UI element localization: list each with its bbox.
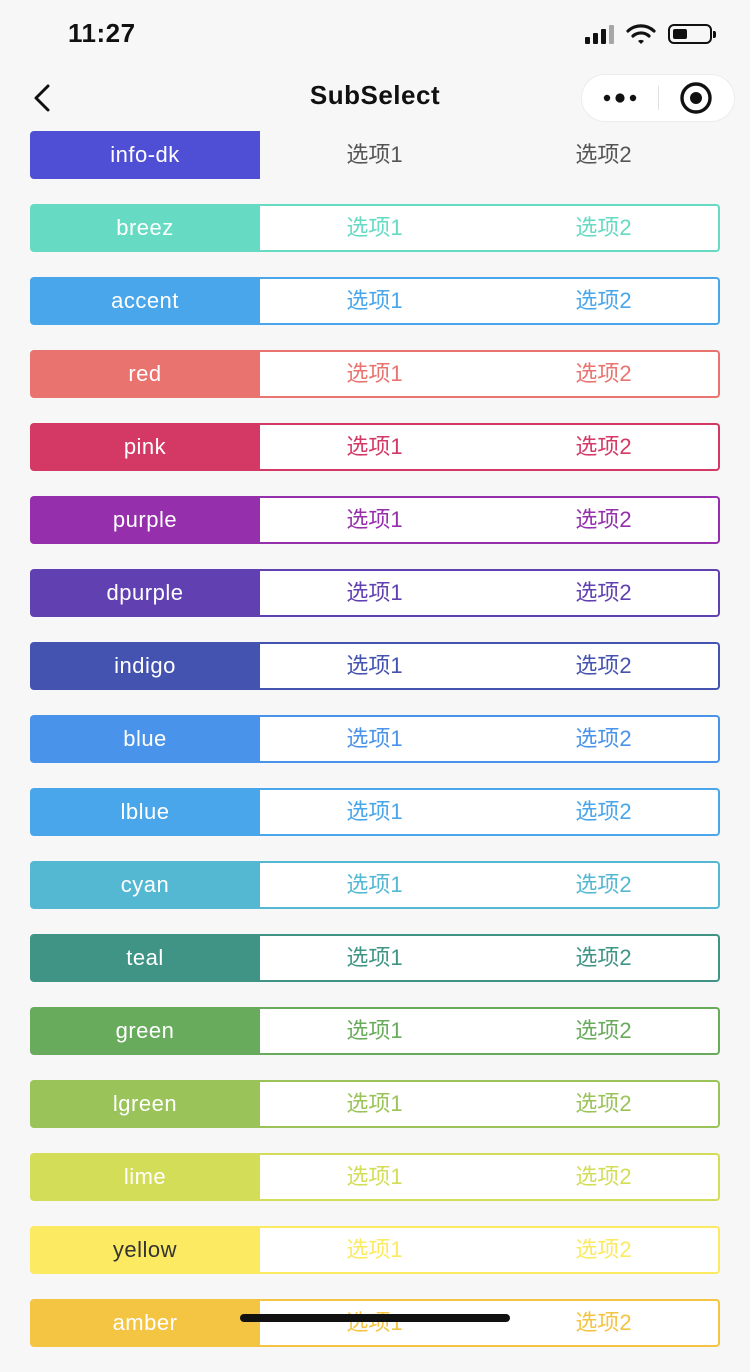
status-icons xyxy=(585,22,716,46)
subselect-options: 选项1 选项2 xyxy=(260,1153,720,1201)
subselect-label: lgreen xyxy=(30,1080,260,1128)
subselect-label: green xyxy=(30,1007,260,1055)
subselect-option-2[interactable]: 选项2 xyxy=(489,133,718,177)
subselect-option-2[interactable]: 选项2 xyxy=(489,425,718,469)
subselect-label: dpurple xyxy=(30,569,260,617)
subselect-row-blue: blue 选项1 选项2 xyxy=(30,715,720,763)
subselect-options: 选项1 选项2 xyxy=(260,1299,720,1347)
subselect-option-2[interactable]: 选项2 xyxy=(489,644,718,688)
subselect-label: red xyxy=(30,350,260,398)
subselect-row-indigo: indigo 选项1 选项2 xyxy=(30,642,720,690)
subselect-option-2[interactable]: 选项2 xyxy=(489,1082,718,1126)
subselect-options: 选项1 选项2 xyxy=(260,496,720,544)
subselect-option-1[interactable]: 选项1 xyxy=(260,279,489,323)
subselect-row-lblue: lblue 选项1 选项2 xyxy=(30,788,720,836)
more-button[interactable] xyxy=(582,74,658,122)
subselect-option-2[interactable]: 选项2 xyxy=(489,279,718,323)
subselect-label: pink xyxy=(30,423,260,471)
subselect-label: amber xyxy=(30,1299,260,1347)
subselect-row-lime: lime 选项1 选项2 xyxy=(30,1153,720,1201)
subselect-options: 选项1 选项2 xyxy=(260,788,720,836)
subselect-options: 选项1 选项2 xyxy=(260,204,720,252)
nav-bar: SubSelect xyxy=(0,70,750,126)
wifi-icon xyxy=(626,24,656,44)
subselect-row-green: green 选项1 选项2 xyxy=(30,1007,720,1055)
subselect-row-breez: breez 选项1 选项2 xyxy=(30,204,720,252)
subselect-options: 选项1 选项2 xyxy=(260,1080,720,1128)
subselect-option-1[interactable]: 选项1 xyxy=(260,206,489,250)
subselect-label: lime xyxy=(30,1153,260,1201)
subselect-option-2[interactable]: 选项2 xyxy=(489,717,718,761)
subselect-option-2[interactable]: 选项2 xyxy=(489,1301,718,1345)
subselect-option-2[interactable]: 选项2 xyxy=(489,936,718,980)
target-circle-icon xyxy=(680,82,712,114)
subselect-option-2[interactable]: 选项2 xyxy=(489,790,718,834)
subselect-row-purple: purple 选项1 选项2 xyxy=(30,496,720,544)
subselect-option-1[interactable]: 选项1 xyxy=(260,863,489,907)
home-indicator xyxy=(240,1314,510,1322)
subselect-row-amber: amber 选项1 选项2 xyxy=(30,1299,720,1347)
subselect-row-lgreen: lgreen 选项1 选项2 xyxy=(30,1080,720,1128)
subselect-option-2[interactable]: 选项2 xyxy=(489,352,718,396)
subselect-row-cyan: cyan 选项1 选项2 xyxy=(30,861,720,909)
subselect-option-1[interactable]: 选项1 xyxy=(260,498,489,542)
subselect-options: 选项1 选项2 xyxy=(260,861,720,909)
subselect-option-2[interactable]: 选项2 xyxy=(489,1009,718,1053)
subselect-option-1[interactable]: 选项1 xyxy=(260,644,489,688)
subselect-options: 选项1 选项2 xyxy=(260,277,720,325)
subselect-row-info-dk: info-dk 选项1 选项2 xyxy=(30,131,720,179)
subselect-options: 选项1 选项2 xyxy=(260,934,720,982)
subselect-option-2[interactable]: 选项2 xyxy=(489,571,718,615)
subselect-option-2[interactable]: 选项2 xyxy=(489,206,718,250)
subselect-label: accent xyxy=(30,277,260,325)
subselect-label: lblue xyxy=(30,788,260,836)
subselect-option-2[interactable]: 选项2 xyxy=(489,1155,718,1199)
subselect-label: yellow xyxy=(30,1226,260,1274)
subselect-option-1[interactable]: 选项1 xyxy=(260,1009,489,1053)
subselect-options: 选项1 选项2 xyxy=(260,715,720,763)
subselect-option-1[interactable]: 选项1 xyxy=(260,1228,489,1272)
subselect-row-dpurple: dpurple 选项1 选项2 xyxy=(30,569,720,617)
subselect-label: cyan xyxy=(30,861,260,909)
subselect-option-1[interactable]: 选项1 xyxy=(260,571,489,615)
subselect-option-1[interactable]: 选项1 xyxy=(260,1155,489,1199)
subselect-option-1[interactable]: 选项1 xyxy=(260,133,489,177)
subselect-row-accent: accent 选项1 选项2 xyxy=(30,277,720,325)
subselect-options: 选项1 选项2 xyxy=(260,423,720,471)
subselect-option-1[interactable]: 选项1 xyxy=(260,936,489,980)
subselect-row-teal: teal 选项1 选项2 xyxy=(30,934,720,982)
subselect-row-yellow: yellow 选项1 选项2 xyxy=(30,1226,720,1274)
more-dots-icon xyxy=(603,93,636,103)
subselect-options: 选项1 选项2 xyxy=(260,350,720,398)
subselect-option-1[interactable]: 选项1 xyxy=(260,1301,489,1345)
subselect-option-2[interactable]: 选项2 xyxy=(489,1228,718,1272)
subselect-options: 选项1 选项2 xyxy=(260,1226,720,1274)
subselect-option-2[interactable]: 选项2 xyxy=(489,863,718,907)
subselect-row-red: red 选项1 选项2 xyxy=(30,350,720,398)
subselect-options: 选项1 选项2 xyxy=(260,131,720,179)
cellular-signal-icon xyxy=(585,24,614,44)
subselect-row-pink: pink 选项1 选项2 xyxy=(30,423,720,471)
status-time: 11:27 xyxy=(68,18,136,48)
battery-icon xyxy=(668,24,716,44)
status-bar: 11:27 xyxy=(0,0,750,70)
subselect-label: info-dk xyxy=(30,131,260,179)
subselect-label: blue xyxy=(30,715,260,763)
mini-program-capsule xyxy=(581,74,735,122)
subselect-option-1[interactable]: 选项1 xyxy=(260,425,489,469)
subselect-label: breez xyxy=(30,204,260,252)
subselect-option-1[interactable]: 选项1 xyxy=(260,352,489,396)
subselect-option-1[interactable]: 选项1 xyxy=(260,1082,489,1126)
subselect-list: info-dk 选项1 选项2 breez 选项1 选项2 accent 选项1 选项2 red 选… xyxy=(30,131,720,1372)
subselect-option-2[interactable]: 选项2 xyxy=(489,498,718,542)
subselect-options: 选项1 选项2 xyxy=(260,1007,720,1055)
subselect-options: 选项1 选项2 xyxy=(260,569,720,617)
subselect-option-1[interactable]: 选项1 xyxy=(260,790,489,834)
subselect-label: indigo xyxy=(30,642,260,690)
subselect-label: teal xyxy=(30,934,260,982)
subselect-options: 选项1 选项2 xyxy=(260,642,720,690)
subselect-option-1[interactable]: 选项1 xyxy=(260,717,489,761)
subselect-label: purple xyxy=(30,496,260,544)
close-button[interactable] xyxy=(659,74,735,122)
